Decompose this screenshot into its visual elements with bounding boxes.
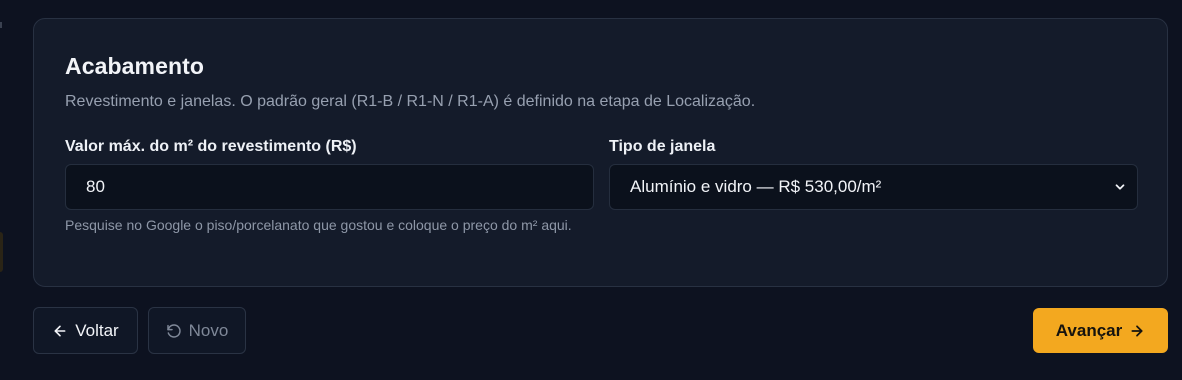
next-button-label: Avançar bbox=[1055, 320, 1123, 340]
edge-marker bbox=[0, 22, 2, 28]
arrow-left-icon bbox=[54, 325, 66, 336]
back-button-label: Voltar bbox=[75, 320, 119, 340]
window-type-value: Alumínio e vidro — R$ 530,00/m² bbox=[630, 177, 882, 196]
finishing-card: Acabamento Revestimento e janelas. O pad… bbox=[33, 18, 1168, 287]
new-button[interactable]: Novo bbox=[148, 307, 246, 354]
sidebar-edge bbox=[0, 232, 3, 272]
coating-price-input[interactable] bbox=[65, 164, 594, 210]
window-type-label: Tipo de janela bbox=[609, 138, 716, 155]
section-description: Revestimento e janelas. O padrão geral (… bbox=[65, 93, 756, 110]
arrow-right-icon bbox=[1131, 324, 1143, 337]
next-button[interactable]: Avançar bbox=[1033, 308, 1168, 353]
rotate-ccw-icon bbox=[166, 323, 181, 338]
new-button-label: Novo bbox=[188, 320, 229, 340]
coating-price-hint: Pesquise no Google o piso/porcelanato qu… bbox=[65, 217, 572, 233]
back-button[interactable]: Voltar bbox=[33, 307, 138, 354]
coating-price-label: Valor máx. do m² do revestimento (R$) bbox=[65, 138, 357, 155]
section-title: Acabamento bbox=[65, 53, 205, 79]
chevron-down-icon bbox=[1115, 184, 1125, 190]
window-type-select[interactable]: Alumínio e vidro — R$ 530,00/m² bbox=[609, 164, 1138, 210]
